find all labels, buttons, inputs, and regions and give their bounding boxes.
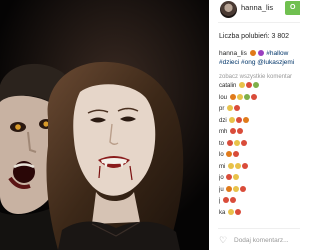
emoji-icon (233, 174, 240, 180)
caption-username[interactable]: hanna_lis (219, 50, 247, 57)
comment-username[interactable]: dzi (219, 118, 227, 124)
emoji-icon (253, 82, 260, 88)
emoji-icon (233, 139, 240, 146)
comment-row: mi (219, 162, 300, 174)
comment-username[interactable]: j (219, 198, 220, 204)
comment-row: catalin (219, 81, 300, 93)
post-header: hanna_lis O (209, 0, 300, 19)
comment-row: to (219, 139, 300, 151)
comment-username[interactable]: mi (219, 164, 225, 170)
comments-list: hanna_lis #hallow #dzieci #ong @lukaszje… (219, 50, 300, 219)
emoji-icon (236, 93, 243, 100)
emoji-icon (226, 185, 233, 192)
comment-row: ka (219, 208, 300, 220)
comment-row: jo (219, 173, 300, 185)
comment-row: j (219, 196, 300, 208)
emoji-icon (235, 208, 242, 215)
photo-image (0, 0, 209, 250)
comment-row: mh (219, 127, 300, 139)
comment-username[interactable]: ka (219, 210, 225, 216)
pumpkin-emoji-icon (249, 50, 256, 56)
emoji-icon (233, 151, 240, 157)
comment-row: ju (219, 185, 300, 197)
username-link[interactable]: hanna_lis (241, 3, 273, 12)
emoji-icon (233, 185, 240, 192)
emoji-icon (250, 93, 257, 100)
avatar[interactable] (220, 1, 237, 18)
emoji-icon (246, 82, 253, 88)
emoji-icon (226, 174, 233, 180)
comment-row: lou (219, 93, 300, 105)
view-all-comments-link[interactable]: zobacz wszystkie komentar (219, 73, 300, 81)
emoji-icon (229, 116, 236, 123)
emoji-icon (243, 116, 250, 123)
emoji-icon (242, 162, 249, 169)
comment-bar: ♡ Dodaj komentarz... (209, 234, 300, 248)
hashtag-link[interactable]: #dzieci #ong @lukaszjemi (219, 59, 294, 66)
comment-username[interactable]: lou (219, 95, 227, 101)
add-comment-input[interactable]: Dodaj komentarz... (234, 237, 289, 244)
caption: hanna_lis #hallow (219, 50, 300, 59)
heart-outline-icon[interactable]: ♡ (219, 235, 227, 246)
emoji-icon (236, 116, 243, 123)
comment-username[interactable]: catalin (219, 83, 236, 89)
comment-row: lo (219, 150, 300, 162)
comment-row: dzi (219, 116, 300, 128)
emoji-icon (226, 151, 233, 157)
emoji-icon (240, 139, 247, 146)
emoji-icon (228, 208, 235, 215)
post-side-panel: hanna_lis O Liczba polubień: 3 802 hanna… (209, 0, 300, 250)
emoji-icon (239, 82, 246, 88)
emoji-icon (227, 105, 234, 111)
emoji-icon (223, 197, 230, 203)
hashtag-link[interactable]: #hallow (266, 50, 288, 57)
comment-username[interactable]: ju (219, 187, 224, 193)
header-divider (218, 22, 300, 23)
comment-username[interactable]: mh (219, 129, 227, 135)
emoji-icon (243, 93, 250, 100)
emoji-icon (229, 93, 236, 100)
comment-username[interactable]: jo (219, 175, 224, 181)
likes-count[interactable]: Liczba polubień: 3 802 (219, 33, 289, 40)
footer-divider (218, 228, 300, 229)
emoji-icon (230, 128, 237, 134)
emoji-icon (240, 185, 247, 192)
follow-button[interactable]: O (285, 1, 300, 15)
caption-line-2: #dzieci #ong @lukaszjemi (219, 59, 300, 68)
ghost-emoji-icon (258, 50, 265, 56)
comment-username[interactable]: lo (219, 152, 224, 158)
emoji-icon (237, 128, 244, 134)
emoji-icon (234, 105, 241, 111)
emoji-icon (235, 162, 242, 169)
comment-username[interactable]: pr (219, 106, 224, 112)
emoji-icon (230, 197, 237, 203)
comment-row: pr (219, 104, 300, 116)
comment-username[interactable]: to (219, 141, 224, 147)
emoji-icon (228, 162, 235, 169)
post-photo[interactable] (0, 0, 209, 250)
emoji-icon (226, 139, 233, 146)
